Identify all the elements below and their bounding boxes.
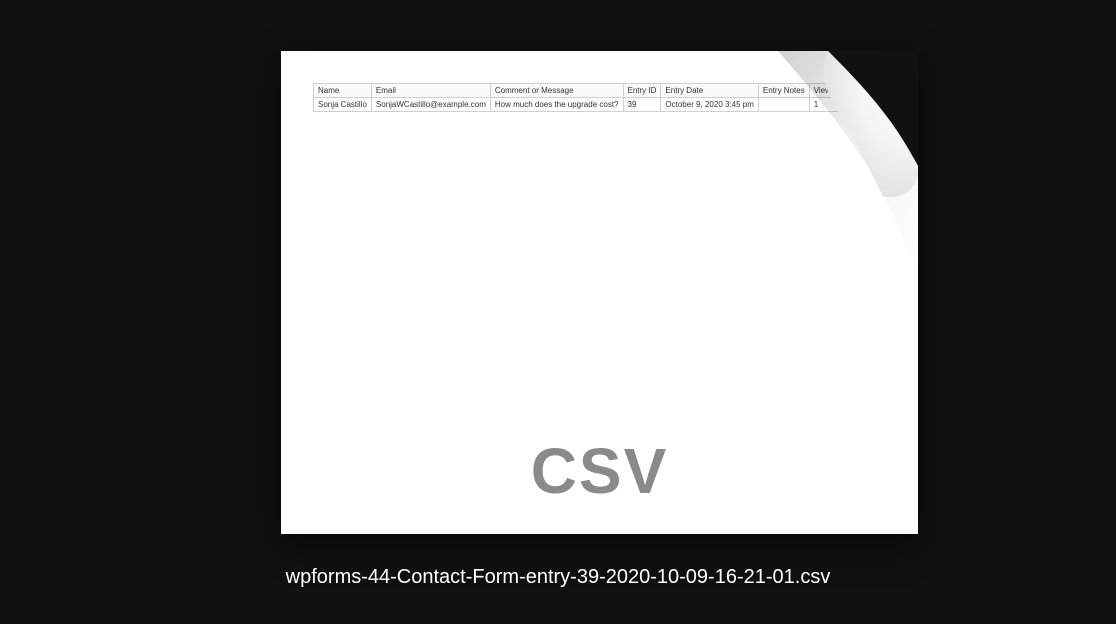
cell-viewed: 1	[809, 98, 844, 112]
csv-table: Name Email Comment or Message Entry ID E…	[313, 83, 845, 112]
cell-name: Sonja Castillo	[314, 98, 372, 112]
file-name: wpforms-44-Contact-Form-entry-39-2020-10…	[0, 566, 1116, 589]
col-comment: Comment or Message	[490, 84, 623, 98]
cell-email: SonjaWCastillo@example.com	[371, 98, 490, 112]
csv-table-wrap: Name Email Comment or Message Entry ID E…	[313, 83, 918, 112]
table-header-row: Name Email Comment or Message Entry ID E…	[314, 84, 845, 98]
preview-stage: Name Email Comment or Message Entry ID E…	[0, 0, 1116, 624]
col-name: Name	[314, 84, 372, 98]
col-email: Email	[371, 84, 490, 98]
cell-entry-id: 39	[623, 98, 661, 112]
col-entry-date: Entry Date	[661, 84, 759, 98]
cell-entry-notes	[758, 98, 809, 112]
cell-comment: How much does the upgrade cost?	[490, 98, 623, 112]
col-entry-notes: Entry Notes	[758, 84, 809, 98]
col-viewed: Viewed	[809, 84, 844, 98]
csv-page-preview: Name Email Comment or Message Entry ID E…	[281, 51, 918, 534]
file-type-label: CSV	[281, 434, 918, 508]
cell-entry-date: October 9, 2020 3:45 pm	[661, 98, 759, 112]
table-row: Sonja Castillo SonjaWCastillo@example.co…	[314, 98, 845, 112]
col-entry-id: Entry ID	[623, 84, 661, 98]
